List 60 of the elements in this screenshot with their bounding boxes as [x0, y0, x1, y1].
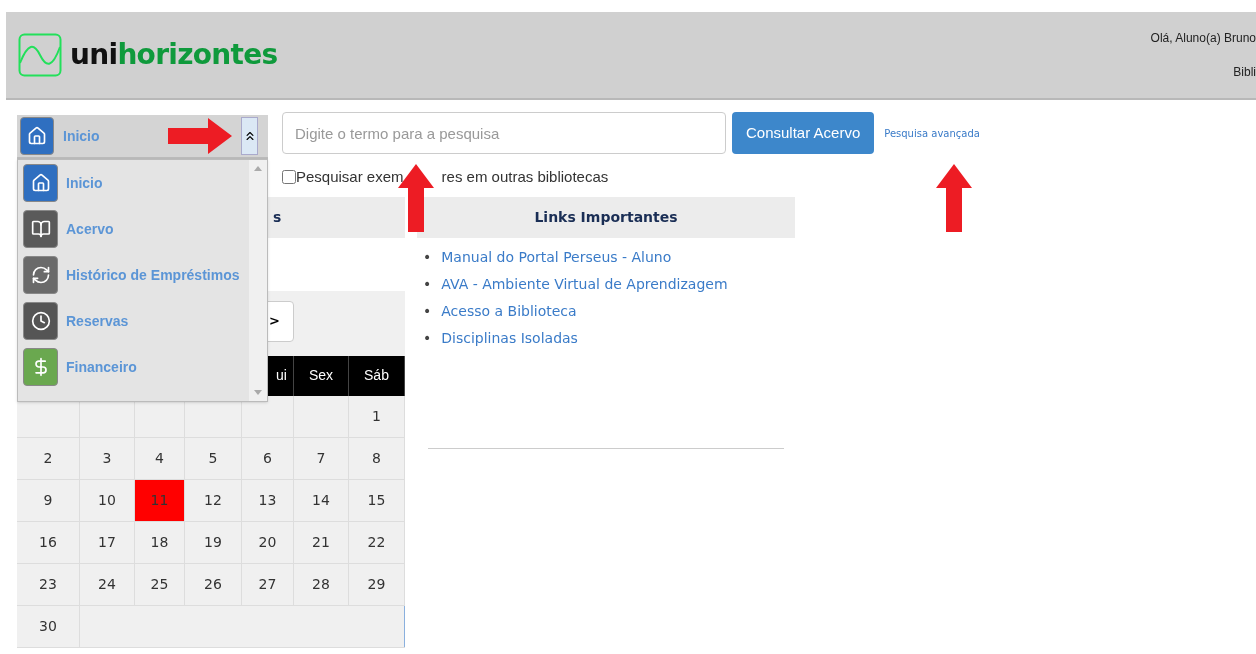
day-cell[interactable]: 26	[185, 563, 242, 605]
books-icon	[23, 210, 58, 248]
day-cell[interactable]: 13	[242, 479, 294, 521]
bullet: •	[423, 328, 432, 348]
day-cell[interactable]: 4	[135, 437, 185, 479]
advanced-search-link[interactable]: Pesquisa avançada	[884, 126, 980, 141]
day-cell[interactable]: 20	[242, 521, 294, 563]
day-cell[interactable]: 18	[135, 521, 185, 563]
house-icon	[20, 117, 54, 155]
day-cell[interactable]: 15	[349, 479, 405, 521]
annotation-arrow-icon	[936, 164, 972, 232]
day-cell[interactable]: 22	[349, 521, 405, 563]
bullet: •	[423, 247, 432, 267]
search-button[interactable]: Consultar Acervo	[732, 112, 875, 154]
day-cell[interactable]: 14	[294, 479, 349, 521]
day-cell[interactable]: 2	[17, 437, 80, 479]
day-cell[interactable]: 30	[17, 605, 80, 647]
day-cell[interactable]: 9	[17, 479, 80, 521]
checkbox-label: Pesquisar exem	[296, 167, 404, 187]
day-cell[interactable]: 16	[17, 521, 80, 563]
day-cell[interactable]: 21	[294, 521, 349, 563]
day-cell[interactable]: 8	[349, 437, 405, 479]
day-cell[interactable]: 1	[349, 395, 405, 437]
day-cell[interactable]: 23	[17, 563, 80, 605]
bullet: •	[423, 274, 432, 294]
day-cell[interactable]: 19	[185, 521, 242, 563]
clock-icon	[23, 302, 58, 340]
heading-text: Links Importantes	[534, 207, 678, 227]
link[interactable]: Disciplinas Isoladas	[441, 324, 578, 352]
day-cell[interactable]: 17	[80, 521, 135, 563]
search-field[interactable]: Digite o termo para a pesquisa	[282, 112, 726, 154]
day-cell[interactable]: 5	[185, 437, 242, 479]
day-cell[interactable]: 12	[185, 479, 242, 521]
day-cell[interactable]: 27	[242, 563, 294, 605]
day-cell[interactable]: 28	[294, 563, 349, 605]
checkbox[interactable]	[282, 170, 296, 185]
link[interactable]: Manual do Portal Perseus - Aluno	[441, 243, 672, 271]
day-cell[interactable]: 7	[294, 437, 349, 479]
money-bag-icon	[23, 348, 58, 386]
menu-current-text: Inicio	[63, 126, 100, 146]
logo-text: unihorizontes	[70, 37, 278, 73]
arrows-icon	[23, 256, 58, 294]
day-cell[interactable]: 3	[80, 437, 135, 479]
day-cell[interactable]: 29	[349, 563, 405, 605]
heading-text: s	[273, 207, 282, 227]
checkbox-label: res em outras bibliotecas	[441, 167, 609, 187]
annotation-arrow-icon	[168, 118, 232, 154]
collapse-toggle[interactable]	[241, 117, 258, 155]
greeting-text: Olá, Aluno(a) Bruno	[1150, 30, 1256, 47]
link[interactable]: Acesso a Biblioteca	[441, 297, 577, 325]
day-cell[interactable]: 6	[242, 437, 294, 479]
link[interactable]: AVA - Ambiente Virtual de Aprendizagem	[441, 270, 728, 298]
day-cell[interactable]: 25	[135, 563, 185, 605]
weekday-header: Sáb	[349, 355, 405, 396]
day-cell[interactable]: 24	[80, 563, 135, 605]
weekday-header: Sex	[294, 355, 349, 396]
house-icon	[23, 164, 58, 202]
bullet: •	[423, 301, 432, 321]
library-link[interactable]: Bibli	[1233, 63, 1256, 81]
wave-logo-icon	[18, 33, 62, 77]
